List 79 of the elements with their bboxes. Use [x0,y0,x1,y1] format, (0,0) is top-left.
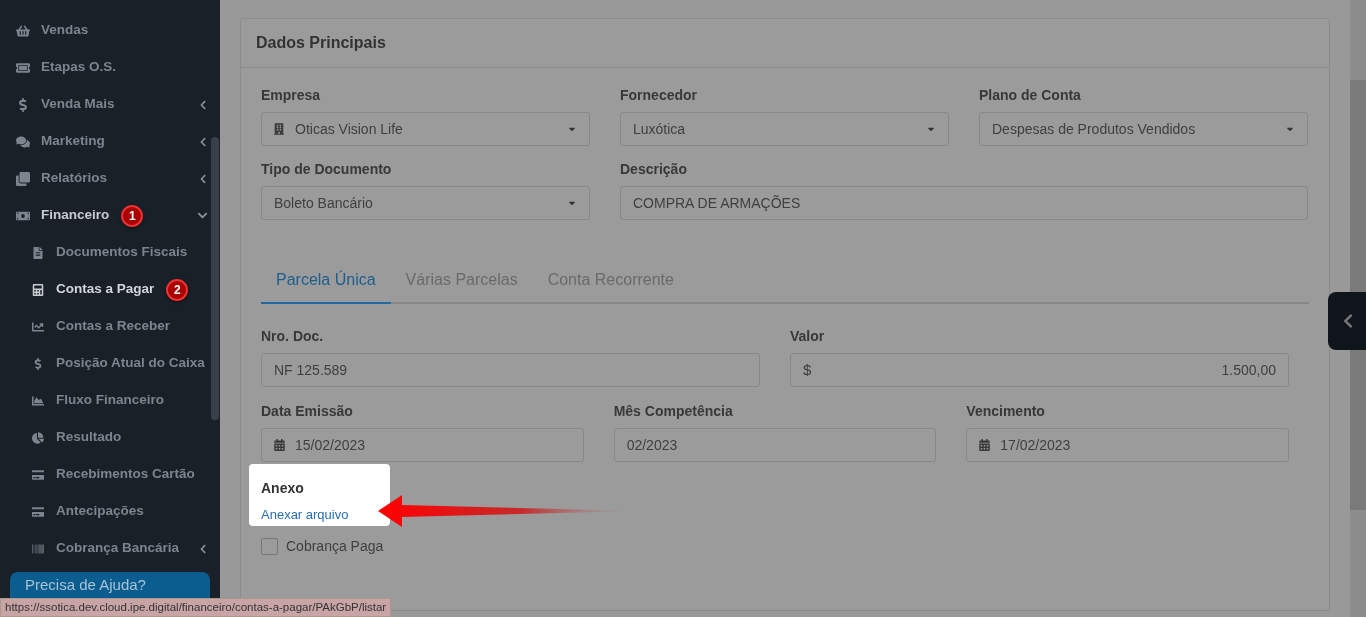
text-field[interactable]: COMPRA DE ARMAÇÕES [620,186,1308,220]
tab[interactable]: Parcela Única [261,268,391,304]
submenu-item-label: Fluxo Financeiro [56,391,164,410]
field-label: Tipo de Documento [261,160,393,179]
field-label: Data Emissão [261,402,354,421]
sidebar-item[interactable]: Marketing [0,123,220,160]
text-field[interactable]: 02/2023 [613,428,937,462]
submenu-item-label: Contas a Receber [56,317,171,336]
calculator-icon [32,283,44,296]
dollar-icon [16,97,30,112]
submenu-item-label: Resultado [56,428,122,447]
checkbox-label: Cobrança Paga [286,537,384,556]
ticket-icon [16,60,30,75]
field-label: Nro. Doc. [261,327,325,346]
select-field[interactable]: Despesas de Produtos Vendidos [979,112,1308,146]
sidebar-item[interactable]: Relatórios [0,160,220,197]
sidebar-item-label: Venda Mais [41,95,115,114]
field-label: Fornecedor [620,86,698,105]
sidebar-item-label: Vendas [41,21,89,40]
area-chart-icon [32,394,44,407]
checkbox[interactable] [261,538,278,555]
text-field[interactable]: NF 125.589 [261,353,760,387]
submenu-item-label: Cobrança Bancária [56,539,180,558]
card-icon [32,468,44,481]
submenu-item[interactable]: Contas a Pagar 2 [0,271,220,308]
help-button[interactable]: Precisa de Ajuda? [10,572,210,598]
dollar-icon [32,357,44,370]
submenu-item[interactable]: Resultado [0,419,220,456]
card-title: Dados Principais [256,33,386,53]
scrollbar[interactable] [211,137,219,420]
submenu-item[interactable]: Fluxo Financeiro [0,382,220,419]
submenu-item[interactable]: Cobrança Bancária [0,530,220,567]
card-icon [32,505,44,518]
submenu-item[interactable]: Contas a Receber [0,308,220,345]
currency-field[interactable]: $ 1.500,00 [790,353,1289,387]
panel-toggle[interactable] [1328,292,1366,350]
sidebar-item-label: Marketing [41,132,105,151]
annotation-badge: 1 [121,204,144,227]
submenu-item-label: Recebimentos Cartão [56,465,195,484]
annotation-badge: 2 [166,278,189,301]
submenu-item-label: Posição Atual do Caixa [56,354,205,373]
field-label: Vencimento [966,402,1046,421]
chat-bubbles-icon [16,134,30,149]
calendar-icon [274,439,285,451]
submenu-item-label: Antecipações [56,502,144,521]
select-field[interactable]: Oticas Vision Life [261,112,590,146]
submenu-item-label: Contas a Pagar [56,280,155,299]
sidebar-item[interactable]: Venda Mais [0,86,220,123]
submenu-item-label: Documentos Fiscais [56,243,188,262]
sidebar-item-label: Financeiro [41,206,110,225]
document-icon [32,246,44,259]
field-label: Descrição [620,160,688,179]
select-field[interactable]: Luxótica [620,112,949,146]
pie-chart-icon [32,431,44,444]
line-chart-icon [32,320,44,333]
field-label: Anexo [261,479,305,498]
calendar-icon [979,439,991,451]
submenu-item[interactable]: Antecipações [0,493,220,530]
copy-icon [16,171,30,186]
attach-file-link[interactable]: Anexar arquivo [261,505,378,525]
date-field[interactable]: 17/02/2023 [966,428,1289,462]
field-label: Empresa [261,86,322,105]
date-field[interactable]: 15/02/2023 [261,428,584,462]
field-label: Plano de Conta [979,86,1082,105]
select-field[interactable]: Boleto Bancário [261,186,590,220]
sidebar-item-label: Relatórios [41,169,108,188]
submenu-item[interactable]: Documentos Fiscais [0,234,220,271]
sidebar-item[interactable]: Etapas O.S. [0,49,220,86]
field-label: Valor [790,327,826,346]
chevron-left-icon [1342,313,1354,329]
submenu-item[interactable]: Recebimentos Cartão [0,456,220,493]
basket-icon [16,23,30,38]
sidebar-item[interactable]: Financeiro 1 [0,197,220,234]
submenu-item[interactable]: Posição Atual do Caixa [0,345,220,382]
field-label: Mês Competência [613,402,734,421]
barcode-icon [32,542,44,555]
sidebar-item[interactable]: Vendas [0,12,220,49]
url-tooltip: https://ssotica.dev.cloud.ipe.digital/financeiro/contas-a-pagar/PAkGbP/listar [0,598,392,617]
sidebar-item-label: Etapas O.S. [41,58,117,77]
